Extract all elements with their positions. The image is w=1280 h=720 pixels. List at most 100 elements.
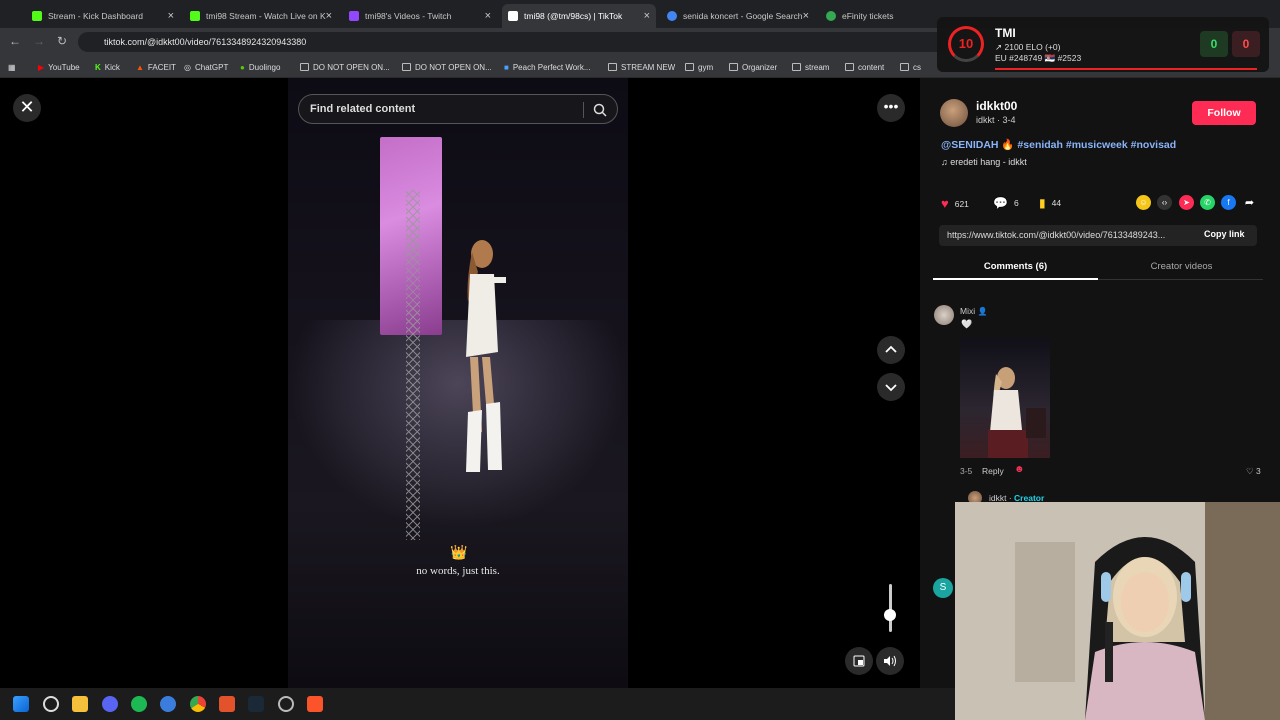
comment-text: 🤍 bbox=[961, 319, 973, 329]
steam-icon[interactable] bbox=[248, 696, 264, 712]
author-avatar[interactable] bbox=[940, 99, 968, 127]
pip-button[interactable] bbox=[845, 647, 873, 675]
bookmark-folder[interactable]: cs bbox=[900, 60, 921, 74]
close-tab-icon[interactable]: × bbox=[168, 10, 174, 22]
picture-in-picture-icon bbox=[853, 655, 865, 667]
folder-icon bbox=[402, 63, 411, 71]
previous-video-button[interactable] bbox=[877, 336, 905, 364]
bookmark-label: Peach Perfect Work... bbox=[512, 62, 591, 72]
address-bar[interactable]: tiktok.com/@idkkt00/video/76133489243209… bbox=[78, 32, 948, 52]
tab-kick-stream[interactable]: tmi98 Stream - Watch Live on K × bbox=[184, 4, 338, 28]
comment-stat[interactable]: 💬 6 bbox=[993, 196, 1019, 210]
brave-shield-icon[interactable] bbox=[219, 696, 235, 712]
post-link[interactable]: https://www.tiktok.com/@idkkt00/video/76… bbox=[947, 230, 1191, 240]
hashtags-link[interactable]: #senidah #musicweek #novisad bbox=[1017, 139, 1176, 151]
share-arrow-icon[interactable]: ➦ bbox=[1242, 195, 1257, 210]
twitch-icon bbox=[349, 11, 359, 21]
bookmark-folder[interactable]: stream bbox=[792, 60, 829, 74]
embed-icon[interactable]: ‹› bbox=[1157, 195, 1172, 210]
comment-like[interactable]: ♡ 3 bbox=[1246, 466, 1261, 477]
next-video-button[interactable] bbox=[877, 373, 905, 401]
video-caption: no words, just this. bbox=[416, 565, 500, 577]
reaction-icon[interactable]: ☻ bbox=[1014, 464, 1025, 475]
search-icon[interactable] bbox=[593, 103, 607, 117]
music-title: eredeti hang - idkkt bbox=[950, 157, 1027, 167]
bookmark-faceit[interactable]: ▲ FACEIT bbox=[136, 60, 176, 74]
close-tab-icon[interactable]: × bbox=[644, 10, 650, 22]
bookmark-folder[interactable]: content bbox=[845, 60, 884, 74]
reload-icon[interactable]: ↻ bbox=[57, 34, 67, 48]
author-name[interactable]: idkkt00 bbox=[976, 99, 1017, 113]
bookmark-folder[interactable]: gym bbox=[685, 60, 713, 74]
app-icon[interactable] bbox=[160, 696, 176, 712]
search-divider bbox=[583, 102, 584, 118]
file-explorer-icon[interactable] bbox=[72, 696, 88, 712]
spotify-icon[interactable] bbox=[131, 696, 147, 712]
bookmark-label: content bbox=[858, 62, 885, 72]
bookmark-folder[interactable]: DO NOT OPEN ON... bbox=[402, 60, 492, 74]
commenter-avatar[interactable] bbox=[934, 305, 954, 325]
follow-button[interactable]: Follow bbox=[1192, 101, 1256, 125]
tab-comments[interactable]: Comments (6) bbox=[933, 261, 1098, 272]
folder-icon bbox=[685, 63, 694, 71]
close-icon: ✕ bbox=[19, 97, 35, 117]
bookmark-label: YouTube bbox=[48, 62, 80, 72]
tab-creator-videos[interactable]: Creator videos bbox=[1099, 261, 1264, 272]
discord-icon[interactable] bbox=[102, 696, 118, 712]
search-taskbar-icon[interactable] bbox=[43, 696, 59, 712]
save-stat[interactable]: ▮ 44 bbox=[1039, 196, 1061, 210]
more-options-button[interactable]: ••• bbox=[877, 94, 905, 122]
kick-icon: K bbox=[95, 62, 101, 72]
tab-tiktok[interactable]: tmi98 (@tm/98cs) | TikTok × bbox=[502, 4, 656, 28]
mention-link[interactable]: @SENIDAH bbox=[941, 139, 999, 151]
tab-efinity[interactable]: eFinity tickets bbox=[820, 4, 940, 28]
obs-icon[interactable] bbox=[278, 696, 294, 712]
tiktok-icon bbox=[508, 11, 518, 21]
faceit-icon: ▲ bbox=[136, 62, 144, 72]
post-description: @SENIDAH 🔥 #senidah #musicweek #novisad bbox=[941, 138, 1176, 151]
brave-icon[interactable] bbox=[307, 696, 323, 712]
bookmark-folder[interactable]: Organizer bbox=[729, 60, 777, 74]
bookmark-chatgpt[interactable]: ◎ ChatGPT bbox=[184, 60, 228, 74]
tab-google[interactable]: senida koncert - Google Search × bbox=[661, 4, 815, 28]
tab-kick-dashboard[interactable]: Stream - Kick Dashboard × bbox=[26, 4, 180, 28]
close-tab-icon[interactable]: × bbox=[326, 10, 332, 22]
emoji-share-icon[interactable]: ☺ bbox=[1136, 195, 1151, 210]
search-input[interactable]: Find related content bbox=[298, 94, 618, 124]
like-stat[interactable]: ♥ 621 bbox=[941, 196, 969, 211]
bookmark-folder[interactable]: DO NOT OPEN ON... bbox=[300, 60, 390, 74]
tab-label: senida koncert - Google Search bbox=[683, 11, 803, 21]
close-tab-icon[interactable]: × bbox=[485, 10, 491, 22]
bookmark-peach[interactable]: ■ Peach Perfect Work... bbox=[504, 60, 591, 74]
volume-slider[interactable] bbox=[889, 584, 892, 632]
apps-icon[interactable]: ▦ bbox=[8, 60, 16, 74]
comment-image[interactable] bbox=[960, 338, 1050, 458]
tab-label: tmi98's Videos - Twitch bbox=[365, 11, 452, 21]
bookmark-duolingo[interactable]: ● Duolingo bbox=[240, 60, 280, 74]
music-row[interactable]: ♫ eredeti hang - idkkt bbox=[941, 157, 1027, 167]
commenter-name[interactable]: Mixi 👤 bbox=[960, 306, 987, 316]
next-commenter-avatar[interactable]: S bbox=[933, 578, 953, 598]
send-icon[interactable]: ➤ bbox=[1179, 195, 1194, 210]
close-tab-icon[interactable]: × bbox=[803, 10, 809, 22]
windows-start-icon[interactable] bbox=[13, 696, 29, 712]
tab-twitch[interactable]: tmi98's Videos - Twitch × bbox=[343, 4, 497, 28]
whatsapp-icon[interactable]: ✆ bbox=[1200, 195, 1215, 210]
commenter-username: Mixi bbox=[960, 306, 976, 316]
bookmark-label: STREAM NEW bbox=[621, 62, 676, 72]
copy-link-button[interactable]: Copy link bbox=[1204, 229, 1245, 239]
close-button[interactable]: ✕ bbox=[13, 94, 41, 122]
reply-button[interactable]: Reply bbox=[982, 466, 1004, 476]
back-icon[interactable]: ← bbox=[9, 34, 21, 48]
mute-button[interactable] bbox=[876, 647, 904, 675]
bookmark-youtube[interactable]: ▶ YouTube bbox=[38, 60, 80, 74]
webcam-overlay bbox=[955, 502, 1280, 720]
crown-emoji: 👑 bbox=[450, 544, 468, 560]
chrome-icon[interactable] bbox=[190, 696, 206, 712]
bookmark-kick[interactable]: K Kick bbox=[95, 60, 120, 74]
music-note-icon: ♫ bbox=[941, 157, 951, 167]
bookmark-icon: ▮ bbox=[1039, 196, 1046, 210]
bookmark-folder[interactable]: STREAM NEW bbox=[608, 60, 675, 74]
faceit-elo-value: 2100 ELO (+0) bbox=[1004, 42, 1061, 52]
facebook-icon[interactable]: f bbox=[1221, 195, 1236, 210]
